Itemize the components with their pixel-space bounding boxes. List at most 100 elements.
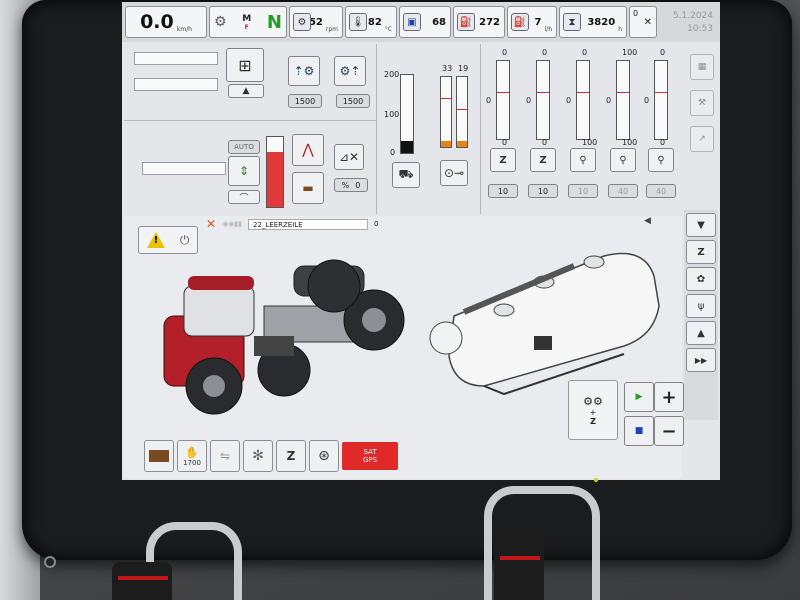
valve-button[interactable]: ⚲	[570, 148, 596, 172]
percent-field[interactable]: % 0	[334, 178, 368, 192]
valve-bottom-label: 0	[502, 138, 508, 147]
steering-mode-button[interactable]: ⊞	[226, 48, 264, 82]
chevron-up-icon: ▲	[697, 327, 705, 339]
front-hitch-value[interactable]: 1500	[288, 94, 322, 108]
grid-icon: ▦	[697, 62, 707, 72]
steering-wheel-icon: ⊛	[318, 448, 330, 464]
valve-top-label: 100	[622, 48, 638, 57]
percent-value: 0	[355, 180, 361, 190]
cancel-icon[interactable]: ✕	[206, 217, 216, 231]
hitch-arms-icon: ⋀	[302, 142, 314, 158]
temp-value: 82	[367, 16, 382, 28]
valve-mid-label: 0	[606, 96, 612, 105]
rear-hitch-button[interactable]: ⚙⇡	[334, 56, 366, 86]
playback-icon: ▶▶	[694, 355, 708, 365]
gps-label: GPS	[362, 456, 378, 464]
valve-button[interactable]: Z	[530, 148, 556, 172]
drive-mode-display[interactable]: ⚙ M F N	[209, 6, 287, 38]
collapse-arrow-icon[interactable]: ◀	[644, 216, 651, 226]
valve-value[interactable]: 10	[568, 184, 598, 198]
crop-icon: ✿	[696, 273, 706, 285]
side-button-2[interactable]: ⚒	[690, 90, 714, 116]
front-hub	[203, 375, 225, 397]
control-panel: ⊞ ▲ ⇡⚙ 1500 ⚙⇡ 1500 AUTO ⇕ ⌒ ⋀ ▬ ⊿✕ % 0 …	[124, 44, 718, 214]
hitch-arms-button[interactable]: ⋀	[292, 134, 324, 166]
valve-button[interactable]: ⚲	[648, 148, 674, 172]
valve-value[interactable]: 40	[646, 184, 676, 198]
tank-hatch-3	[493, 303, 515, 317]
plus-button[interactable]: +	[654, 382, 684, 412]
implement-control[interactable]: ⚙⚙ + Z	[568, 380, 618, 440]
service-counter[interactable]: 0 ✕	[629, 6, 657, 38]
steering-wheel-button[interactable]: ⊛	[309, 440, 339, 472]
wrench-icon: ✕	[643, 16, 652, 28]
date-text: 5.1.2024	[672, 10, 713, 21]
front-hitch-button[interactable]: ⇡⚙	[288, 56, 320, 86]
tool-icon: ⚒	[697, 98, 707, 108]
play-button[interactable]: ▶	[624, 382, 654, 412]
toolbar-grain-button[interactable]: ψ	[686, 294, 716, 318]
knob-right-stripe	[500, 556, 540, 560]
fuel-rate-icon: ⛽	[511, 13, 529, 31]
stop-button[interactable]: ■	[624, 416, 654, 446]
valve-bottom-label: 0	[542, 138, 548, 147]
temp-unit: °C	[384, 26, 392, 33]
pto-gauge	[400, 74, 414, 154]
valve-value[interactable]: 40	[608, 184, 638, 198]
info-field-1	[134, 52, 218, 65]
toolbar-down-button[interactable]: ▼	[686, 213, 716, 237]
operating-hours-display: ⧗ 3820 h	[559, 6, 627, 38]
side-button-3[interactable]: ↗	[690, 126, 714, 152]
valve-top-label: 0	[582, 48, 588, 57]
file-bar: ✕ ◉◉▮▮ 22_LEERZEILE 0	[206, 217, 420, 231]
valve-gauge	[536, 60, 550, 140]
toolbar-crop-button[interactable]: ✿	[686, 267, 716, 291]
valve-value[interactable]: 10	[528, 184, 558, 198]
toolbar-playback-button[interactable]: ▶▶	[686, 348, 716, 372]
soil-depth-button[interactable]: ▬	[292, 172, 324, 204]
toolbar-up-button[interactable]: ▲	[686, 321, 716, 345]
side-button-1[interactable]: ▦	[690, 54, 714, 80]
z-task-icon: Z	[286, 449, 296, 463]
hours-unit: h	[618, 26, 622, 33]
z-task-button[interactable]: Z	[276, 440, 306, 472]
fan-button[interactable]: ✻	[243, 440, 273, 472]
minus-button[interactable]: −	[654, 416, 684, 446]
hitch-position-gauge	[266, 136, 284, 208]
hydraulic-button[interactable]: ⇋	[210, 440, 240, 472]
toolbar-z-button[interactable]: Z	[686, 240, 716, 264]
hitch-lower-button[interactable]: ⌒	[228, 190, 260, 204]
z-mode-icon: Z	[697, 246, 705, 258]
mode-letter: M	[242, 13, 252, 24]
engine-speed-button[interactable]: ⊙⊸	[440, 160, 468, 186]
tanker-illustration	[429, 252, 660, 396]
file-name: 22_LEERZEILE	[247, 218, 368, 230]
coolant-temp-display: 🌡 82 °C	[345, 6, 397, 38]
stop-icon: ■	[634, 426, 644, 436]
valve-button[interactable]: ⚲	[610, 148, 636, 172]
gauge-right	[456, 76, 468, 148]
rear-hitch-value[interactable]: 1500	[336, 94, 370, 108]
valve-button[interactable]: Z	[490, 148, 516, 172]
valve-value[interactable]: 10	[488, 184, 518, 198]
rear-hitch-icon: ⚙⇡	[339, 64, 361, 78]
hours-button[interactable]: ✋ 1700	[177, 440, 207, 472]
slip-control-button[interactable]: ⊿✕	[334, 144, 364, 170]
soil-button[interactable]	[144, 440, 174, 472]
lift-icon: ⇕	[238, 164, 250, 178]
terminal-screen: 0.0 km/h ⚙ M F N ⚙ 852 rpm 🌡 82 °C ▣ 68 …	[122, 2, 720, 480]
valve-mid-label: 0	[566, 96, 572, 105]
gps-status[interactable]: SAT GPS	[342, 442, 398, 470]
chassis-block	[254, 336, 294, 356]
fuel-rate-unit: l/h	[544, 26, 553, 33]
file-count: 0	[373, 220, 379, 228]
auto-button[interactable]: AUTO	[228, 140, 260, 154]
hitch-lift-button[interactable]: ⇕	[228, 156, 260, 186]
valve-gauge	[616, 60, 630, 140]
mode-sub: F	[244, 23, 249, 31]
bottom-toolbar: ✋ 1700 ⇋ ✻ Z ⊛ SAT GPS	[144, 440, 398, 476]
grain-icon: ψ	[697, 300, 705, 312]
steering-arrow-button[interactable]: ▲	[228, 84, 264, 98]
valve-gauge	[496, 60, 510, 140]
pto-button[interactable]: ⛟	[392, 162, 420, 188]
